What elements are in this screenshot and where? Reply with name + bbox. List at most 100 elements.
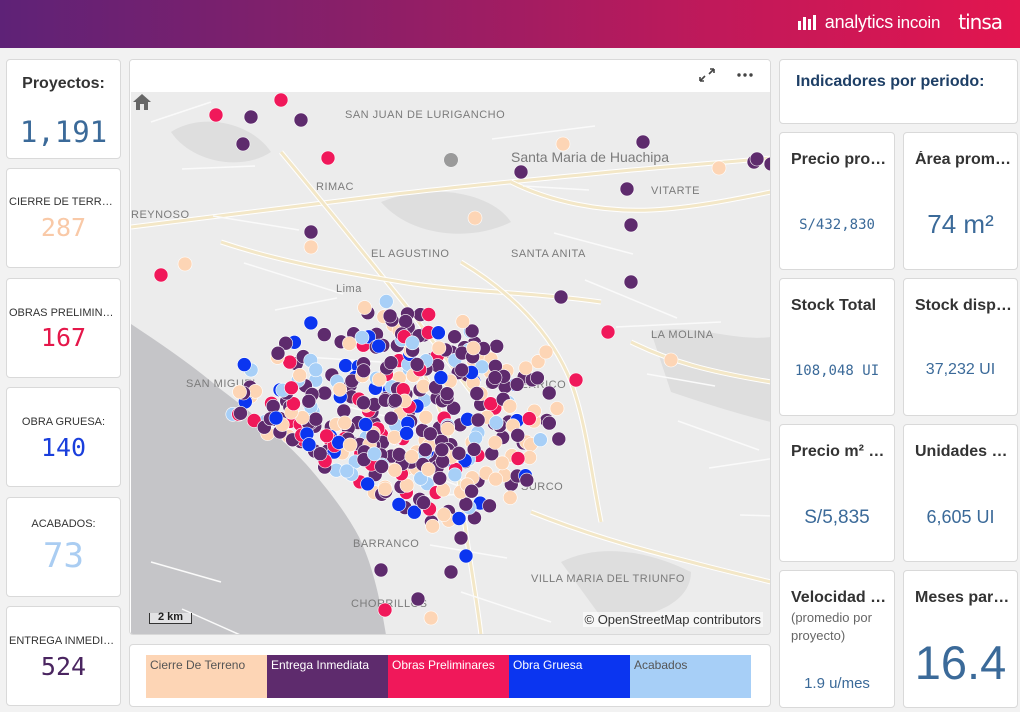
map-project-marker	[383, 410, 399, 426]
map-project-marker	[439, 386, 455, 402]
map-project-marker	[443, 564, 459, 580]
map-project-marker	[383, 355, 399, 371]
map-project-marker	[405, 335, 420, 351]
map-scale: 2 km	[149, 612, 193, 624]
map-project-marker	[303, 239, 319, 255]
map-project-marker	[434, 442, 450, 458]
map-project-marker	[453, 530, 469, 546]
kpi-value: 108,048 UI	[794, 363, 880, 379]
legend-item-acabados[interactable]: Acabados	[630, 655, 751, 698]
map-project-marker	[208, 107, 224, 123]
home-icon[interactable]	[131, 92, 153, 112]
map-project-marker	[373, 562, 389, 578]
map-project-marker	[623, 274, 639, 290]
map-toolbar	[130, 60, 770, 92]
tinsa-logo: tinsa	[958, 10, 1003, 34]
map-project-marker	[502, 398, 518, 414]
kpi-value: 140	[40, 433, 87, 462]
map-project-marker	[488, 415, 504, 430]
map-project-marker	[177, 256, 193, 272]
map-project-marker	[377, 481, 393, 497]
kpi-obras-preliminares[interactable]: OBRAS PRELIMINARES: 167	[6, 278, 121, 378]
kpi-stock-total[interactable]: Stock Total 108,048 UI	[779, 278, 895, 416]
more-icon[interactable]	[735, 66, 755, 84]
map-project-marker	[502, 490, 518, 505]
map-project-marker	[270, 345, 286, 361]
kpi-stock-disponible[interactable]: Stock disponible 37,232 UI	[903, 278, 1018, 416]
map-project-marker	[458, 496, 474, 512]
map-project-marker	[482, 498, 497, 514]
map-place-label: Lima	[336, 283, 362, 295]
map-project-marker	[466, 340, 481, 356]
map-project-marker	[458, 548, 474, 564]
map-project-marker	[451, 445, 467, 461]
map-project-marker	[421, 307, 437, 322]
kpi-value: 37,232 UI	[925, 361, 996, 378]
map-project-marker	[635, 134, 651, 150]
kpi-proyectos[interactable]: Proyectos: 1,191	[6, 59, 121, 159]
legend-item-entrega-inmediata[interactable]: Entrega Inmediata	[267, 655, 388, 698]
map-project-marker	[356, 395, 371, 411]
map-project-marker	[317, 385, 332, 401]
kpi-obra-gruesa[interactable]: OBRA GRUESA: 140	[6, 387, 121, 487]
kpi-label: CIERRE DE TERRENO:	[9, 196, 120, 208]
kpi-sublabel: (promedio por proyecto)	[791, 610, 872, 643]
map-project-marker	[233, 405, 248, 421]
kpi-velocidad[interactable]: Velocidad de venta (promedio por proyect…	[779, 570, 895, 708]
indicators-title-card: Indicadores por periodo:	[779, 59, 1018, 124]
kpi-precio-promedio[interactable]: Precio promedio S/432,830	[779, 132, 895, 270]
map-project-marker	[541, 415, 557, 431]
map-project-marker	[320, 150, 336, 166]
legend-item-obra-gruesa[interactable]: Obra Gruesa	[509, 655, 630, 698]
legend-item-obras-preliminares[interactable]: Obras Preliminares	[388, 655, 509, 698]
kpi-meses[interactable]: Meses para agotar stock 16.4	[903, 570, 1018, 708]
map-project-marker	[444, 153, 458, 167]
kpi-label: Unidades vendidas	[915, 443, 1013, 460]
map-attribution[interactable]: © OpenStreetMap contributors	[582, 612, 763, 627]
map-project-marker	[519, 472, 535, 488]
map-project-marker	[623, 217, 639, 233]
kpi-area-promedio[interactable]: Área promedio 74 m²	[903, 132, 1018, 270]
map-project-marker	[469, 386, 485, 401]
kpi-label: ENTREGA INMEDIATA:	[9, 635, 120, 647]
map-canvas[interactable]: SAN JUAN DE LURIGANCHO Santa Maria de Hua…	[131, 92, 771, 635]
kpi-acabados[interactable]: ACABADOS: 73	[6, 497, 121, 597]
kpi-value: 6,605 UI	[926, 507, 995, 527]
kpi-value: 1.9 u/mes	[804, 675, 870, 692]
expand-icon[interactable]	[697, 66, 717, 84]
map-project-marker	[436, 507, 452, 522]
kpi-unidades[interactable]: Unidades vendidas 6,605 UI	[903, 424, 1018, 562]
map-project-marker	[541, 385, 557, 401]
map-project-marker	[410, 591, 426, 607]
map-project-marker	[391, 447, 407, 462]
kpi-value: 73	[43, 536, 84, 576]
legend-item-cierre-terreno[interactable]: Cierre De Terreno	[146, 655, 267, 698]
kpi-entrega-inmediata[interactable]: ENTREGA INMEDIATA: 524	[6, 606, 121, 706]
map-project-marker	[494, 455, 510, 471]
map-project-marker	[417, 442, 433, 458]
map-project-marker	[600, 324, 616, 340]
map-project-marker	[292, 367, 307, 383]
map-project-marker	[387, 462, 403, 478]
map-project-marker	[568, 372, 584, 388]
map-project-marker	[711, 160, 727, 176]
map-project-marker	[365, 429, 381, 444]
map-view[interactable]: SAN JUAN DE LURIGANCHO Santa Maria de Hua…	[131, 92, 771, 635]
map-project-marker	[451, 511, 467, 526]
map-project-marker	[425, 518, 440, 534]
map-project-marker	[549, 401, 565, 416]
map-project-marker	[235, 136, 251, 152]
top-bar: analytics incoin tinsa	[0, 0, 1020, 48]
map-project-marker	[455, 314, 471, 329]
map-project-marker	[487, 435, 503, 450]
map-project-marker	[273, 92, 289, 108]
map-project-marker	[513, 164, 529, 180]
map-card: SAN JUAN DE LURIGANCHO Santa Maria de Hua…	[129, 59, 771, 635]
map-project-marker	[382, 308, 398, 324]
kpi-label: ACABADOS:	[31, 518, 96, 530]
kpi-precio-m2[interactable]: Precio m² promedio S/5,835	[779, 424, 895, 562]
kpi-cierre-terreno[interactable]: CIERRE DE TERRENO: 287	[6, 168, 121, 268]
analytics-bars-icon	[797, 15, 816, 30]
map-project-marker	[433, 370, 449, 385]
map-project-marker	[521, 411, 537, 426]
